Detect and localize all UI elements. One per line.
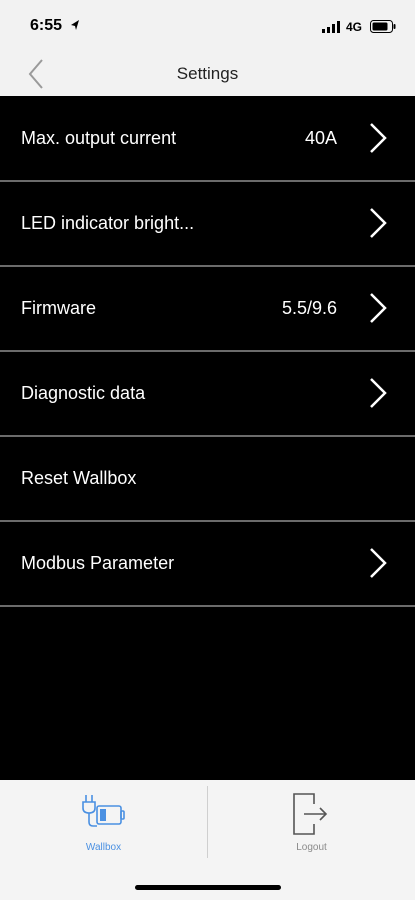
chevron-right-icon bbox=[370, 123, 387, 153]
row-label: Max. output current bbox=[21, 128, 177, 148]
row-firmware[interactable]: Firmware 5.5/9.6 bbox=[0, 267, 415, 352]
row-diagnostic-data[interactable]: Diagnostic data bbox=[0, 352, 415, 437]
status-time: 6:55 bbox=[30, 17, 63, 34]
row-label: LED indicator bright... bbox=[21, 213, 195, 233]
chevron-right-icon bbox=[370, 548, 387, 578]
settings-list: Max. output current 40A LED indicator br… bbox=[0, 97, 415, 607]
row-reset-wallbox[interactable]: Reset Wallbox bbox=[0, 437, 415, 522]
network-type-label: 4G bbox=[346, 20, 363, 34]
chevron-right-icon bbox=[370, 293, 387, 323]
row-value: 5.5/9.6 bbox=[281, 298, 337, 318]
page-title: Settings bbox=[176, 64, 239, 83]
row-value: 40A bbox=[304, 128, 337, 148]
cellular-signal-icon bbox=[322, 21, 340, 33]
battery-icon bbox=[370, 20, 396, 33]
location-arrow-icon bbox=[71, 20, 79, 30]
charger-plug-icon bbox=[82, 795, 125, 827]
row-max-output-current[interactable]: Max. output current 40A bbox=[0, 97, 415, 182]
row-led-indicator-brightness[interactable]: LED indicator bright... bbox=[0, 182, 415, 267]
navigation-bar: Settings bbox=[0, 52, 415, 96]
tab-wallbox[interactable]: Wallbox bbox=[0, 780, 207, 870]
home-indicator bbox=[135, 885, 281, 890]
tab-label: Logout bbox=[296, 842, 327, 853]
row-label: Diagnostic data bbox=[21, 383, 146, 403]
logout-icon bbox=[293, 793, 328, 835]
tab-bar: Wallbox Logout bbox=[0, 780, 415, 900]
status-bar: 6:55 4G bbox=[0, 0, 415, 52]
row-modbus-parameter[interactable]: Modbus Parameter bbox=[0, 522, 415, 607]
chevron-right-icon bbox=[370, 208, 387, 238]
tab-logout[interactable]: Logout bbox=[208, 780, 415, 870]
chevron-right-icon bbox=[370, 378, 387, 408]
row-label: Firmware bbox=[21, 298, 96, 318]
row-label: Modbus Parameter bbox=[21, 553, 175, 573]
row-label: Reset Wallbox bbox=[21, 468, 137, 488]
tab-label: Wallbox bbox=[85, 842, 122, 853]
